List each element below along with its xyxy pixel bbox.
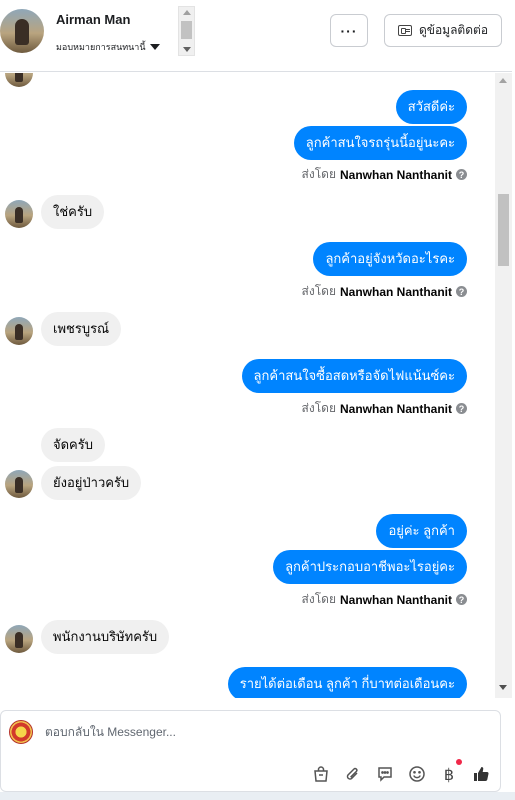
avatar-figure [15,632,23,648]
sent-by-prefix: ส่งโดย [301,284,336,298]
contact-avatar-small [5,317,33,345]
saved-reply-icon[interactable] [376,765,394,783]
sent-by-label: ส่งโดย Nanwhan Nanthanit ? [302,590,467,609]
sent-by-prefix: ส่งโดย [301,167,336,181]
avatar-figure [15,207,23,223]
contact-card-icon [397,25,412,36]
scroll-thumb[interactable] [498,194,509,266]
avatar-figure [15,477,23,493]
assign-conversation-dropdown[interactable]: มอบหมายการสนทนานี้ [56,40,160,54]
sent-by-label: ส่งโดย Nanwhan Nanthanit ? [302,282,467,301]
attachment-icon[interactable] [344,765,362,783]
outgoing-message[interactable]: ลูกค้าสนใจซื้อสดหรือจัดไฟแน้นซ์คะ [241,359,467,393]
contact-avatar-small [5,200,33,228]
sender-name: Nanwhan Nanthanit [339,592,452,607]
avatar-figure [15,324,23,340]
view-contact-info-button[interactable]: ดูข้อมูลติดต่อ [384,14,502,47]
reply-input[interactable] [45,725,465,739]
outgoing-message[interactable]: ลูกค้าอยู่จังหวัดอะไรคะ [313,242,467,276]
sent-by-label: ส่งโดย Nanwhan Nanthanit ? [302,399,467,418]
contact-avatar-small [5,470,33,498]
shopping-bag-icon[interactable] [312,765,330,783]
scroll-thumb[interactable] [181,21,192,39]
sender-name: Nanwhan Nanthanit [339,401,452,416]
outgoing-message[interactable]: รายได้ต่อเดือน ลูกค้า กี่บาทต่อเดือนคะ [227,667,467,698]
contact-avatar-small [5,625,33,653]
emoji-icon[interactable] [408,765,426,783]
message-composer: ฿ [0,710,501,792]
assign-label: มอบหมายการสนทนานี้ [56,42,146,52]
conversation-header: Airman Man มอบหมายการสนทนานี้ ··· ดูข้อม… [0,0,512,72]
assign-list-scrollbar[interactable] [178,6,195,56]
sender-name: Nanwhan Nanthanit [339,167,452,182]
scroll-down-arrow-icon[interactable] [499,685,507,690]
more-options-button[interactable]: ··· [330,14,368,47]
outgoing-message[interactable]: ลูกค้าสนใจรถรุ่นนี้อยู่นะคะ [293,126,467,160]
avatar-figure [15,73,23,82]
notification-dot [456,759,462,765]
outgoing-message[interactable]: สวัสดีค่ะ [395,90,467,124]
scroll-up-arrow-icon[interactable] [499,78,507,83]
outgoing-message[interactable]: ลูกค้าประกอบอาชีพอะไรอยู่คะ [273,550,467,584]
messenger-conversation-panel: Airman Man มอบหมายการสนทนานี้ ··· ดูข้อม… [0,0,515,800]
info-icon[interactable]: ? [456,169,467,180]
thread-scrollbar[interactable] [495,73,512,698]
scroll-down-arrow-icon[interactable] [183,47,191,52]
info-icon[interactable]: ? [456,403,467,414]
info-icon[interactable]: ? [456,286,467,297]
composer-toolbar: ฿ [312,759,490,784]
incoming-message[interactable]: ยังอยู่ป่าวครับ [41,466,142,500]
sent-by-prefix: ส่งโดย [301,401,336,415]
like-icon[interactable] [472,765,490,783]
avatar-figure [15,19,29,45]
bottom-strip [0,792,515,800]
message-thread[interactable]: สวัสดีค่ะ ลูกค้าสนใจรถรุ่นนี้อยู่นะคะ ส่… [0,73,495,698]
incoming-message[interactable]: เพชรบูรณ์ [41,312,122,346]
caret-down-icon [149,44,160,50]
sent-by-prefix: ส่งโดย [301,592,336,606]
sent-by-label: ส่งโดย Nanwhan Nanthanit ? [302,165,467,184]
contact-name[interactable]: Airman Man [56,12,130,27]
contact-avatar-small [5,73,33,87]
sender-name: Nanwhan Nanthanit [339,284,452,299]
incoming-message[interactable]: จัดครับ [41,428,105,462]
page-avatar [9,720,33,744]
outgoing-message[interactable]: อยู่ค่ะ ลูกค้า [376,514,467,548]
view-contact-info-label: ดูข้อมูลติดต่อ [418,23,489,37]
incoming-message[interactable]: พนักงานบริษัทครับ [41,620,170,654]
baht-symbol: ฿ [443,764,455,784]
scroll-up-arrow-icon[interactable] [183,10,191,15]
info-icon[interactable]: ? [456,594,467,605]
payment-baht-icon[interactable]: ฿ [440,759,462,784]
incoming-message[interactable]: ใช่ครับ [41,195,105,229]
contact-avatar[interactable] [0,9,44,53]
